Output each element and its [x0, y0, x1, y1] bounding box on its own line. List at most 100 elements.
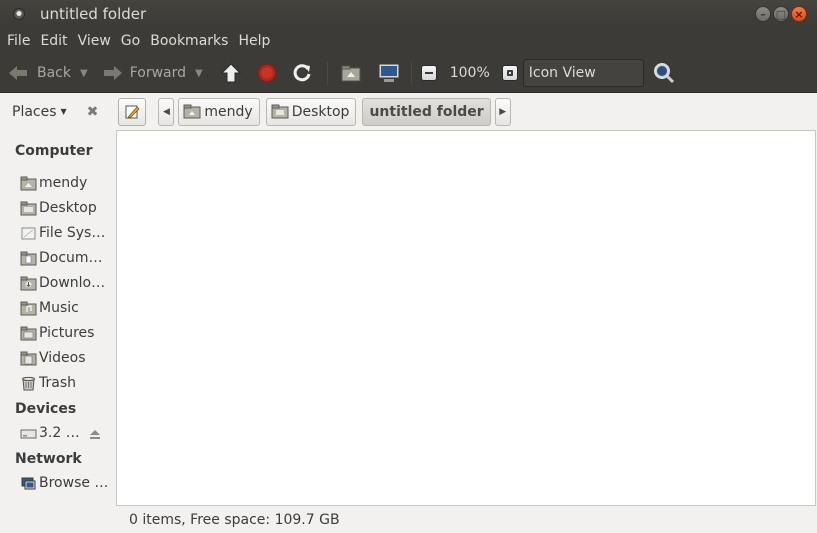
videos-folder-icon: [20, 351, 37, 365]
forward-history-chevron-icon[interactable]: ▼: [195, 68, 203, 79]
sidebar-item-documents[interactable]: Docum…: [20, 247, 110, 269]
eject-icon[interactable]: [89, 428, 101, 440]
drive-icon: [21, 227, 36, 239]
home-folder-icon: [20, 176, 37, 190]
sidebar-item-label: Videos: [39, 350, 86, 366]
computer-button[interactable]: [377, 58, 401, 88]
minimize-button[interactable]: –: [755, 6, 771, 22]
reload-icon: [293, 64, 311, 82]
chevron-left-icon: ◀: [162, 106, 170, 117]
zoom-level: 100%: [449, 65, 490, 81]
sidebar-item-label: Browse …: [39, 475, 109, 491]
back-button[interactable]: Back ▼: [7, 58, 88, 88]
search-button[interactable]: [652, 58, 676, 88]
places-chevron-down-icon: ▼: [60, 107, 67, 116]
stop-icon: [256, 63, 277, 83]
menu-bar: File Edit View Go Bookmarks Help: [0, 28, 817, 54]
menu-edit[interactable]: Edit: [36, 33, 71, 49]
sidebar-item-videos[interactable]: Videos: [20, 347, 110, 369]
menu-file[interactable]: File: [3, 33, 34, 49]
home-folder-icon: [183, 104, 201, 119]
music-folder-icon: [20, 301, 37, 315]
sidebar-item-downloads[interactable]: Downlo…: [20, 272, 110, 294]
desktop-folder-icon: [20, 201, 37, 215]
toolbar-separator: [410, 61, 412, 85]
home-folder-icon: [341, 65, 361, 82]
computer-icon: [378, 63, 400, 82]
zoom-in-button[interactable]: [501, 58, 518, 88]
file-view-pane[interactable]: [116, 130, 816, 506]
chevron-right-icon: ▶: [499, 106, 507, 117]
window-menu-icon[interactable]: [13, 8, 25, 20]
back-arrow-icon: [9, 66, 27, 80]
sidebar-item-file-system[interactable]: File Sys…: [20, 222, 110, 244]
location-bar: Places ▼ ✖ ◀ mendy Desktop untitled fold…: [0, 93, 817, 130]
sidebar-item-label: Desktop: [39, 200, 97, 216]
home-button[interactable]: [340, 58, 362, 88]
stop-button[interactable]: [256, 58, 278, 88]
window-controls: – □ ×: [755, 6, 807, 22]
crumb-untitled-folder[interactable]: untitled folder: [362, 97, 491, 126]
sidebar-item-desktop[interactable]: Desktop: [20, 197, 110, 219]
places-dropdown[interactable]: Places ▼: [12, 104, 67, 120]
title-bar: untitled folder – □ ×: [0, 0, 817, 28]
toolbar: Back ▼ Forward ▼ 100% Icon View: [0, 54, 817, 93]
sidebar-item-trash[interactable]: Trash: [20, 372, 110, 394]
back-label: Back: [37, 65, 71, 81]
network-icon: [21, 477, 36, 489]
crumb-scroll-left-button[interactable]: ◀: [158, 97, 175, 126]
crumb-label: mendy: [204, 103, 253, 120]
crumb-label: Desktop: [291, 103, 350, 120]
menu-help[interactable]: Help: [234, 33, 274, 49]
menu-view[interactable]: View: [74, 33, 115, 49]
folder-icon: [271, 104, 289, 119]
zoom-in-icon: [501, 65, 518, 81]
sidebar-heading-computer: Computer: [15, 143, 93, 159]
sidebar-heading-network: Network: [15, 451, 82, 467]
forward-button[interactable]: Forward ▼: [102, 58, 203, 88]
places-sidebar: Computer mendy Desktop File Sys… Docum… …: [0, 130, 111, 533]
places-label: Places: [12, 103, 57, 120]
view-mode-label: Icon View: [528, 65, 596, 81]
sidebar-item-label: 3.2 …: [39, 425, 80, 441]
trash-icon: [22, 376, 35, 390]
close-sidebar-icon[interactable]: ✖: [87, 104, 99, 120]
menu-bookmarks[interactable]: Bookmarks: [146, 33, 232, 49]
view-mode-select[interactable]: Icon View: [522, 59, 644, 87]
pictures-folder-icon: [20, 326, 37, 340]
sidebar-item-music[interactable]: Music: [20, 297, 110, 319]
reload-button[interactable]: [291, 58, 313, 88]
menu-go[interactable]: Go: [117, 33, 144, 49]
maximize-button[interactable]: □: [773, 6, 789, 22]
zoom-out-button[interactable]: [420, 58, 437, 88]
sidebar-item-label: Trash: [39, 375, 76, 391]
window-title: untitled folder: [40, 5, 147, 23]
status-bar: 0 items, Free space: 109.7 GB: [116, 506, 816, 533]
sidebar-item-device[interactable]: 3.2 …: [20, 422, 88, 444]
forward-label: Forward: [129, 65, 187, 81]
crumb-mendy[interactable]: mendy: [178, 97, 260, 126]
zoom-out-icon: [420, 65, 437, 81]
back-history-chevron-icon[interactable]: ▼: [80, 68, 88, 79]
documents-folder-icon: [20, 251, 37, 265]
sidebar-item-label: Downlo…: [39, 275, 106, 291]
search-icon: [653, 63, 674, 84]
crumb-desktop[interactable]: Desktop: [265, 97, 357, 126]
close-button[interactable]: ×: [791, 6, 807, 22]
downloads-folder-icon: [20, 276, 37, 290]
sidebar-item-mendy[interactable]: mendy: [20, 172, 110, 194]
edit-pencil-icon: [125, 105, 140, 119]
sidebar-item-label: Music: [39, 300, 79, 316]
sidebar-item-label: mendy: [39, 175, 88, 191]
up-arrow-icon: [220, 63, 241, 83]
sidebar-heading-devices: Devices: [15, 401, 77, 417]
up-button[interactable]: [220, 58, 242, 88]
removable-drive-icon: [20, 429, 37, 438]
crumb-label: untitled folder: [369, 103, 484, 120]
toggle-location-entry-button[interactable]: [118, 97, 147, 126]
toolbar-separator: [326, 61, 328, 85]
crumb-scroll-right-button[interactable]: ▶: [494, 97, 511, 126]
sidebar-item-label: File Sys…: [39, 225, 106, 241]
sidebar-item-browse-network[interactable]: Browse …: [20, 472, 110, 494]
sidebar-item-pictures[interactable]: Pictures: [20, 322, 110, 344]
